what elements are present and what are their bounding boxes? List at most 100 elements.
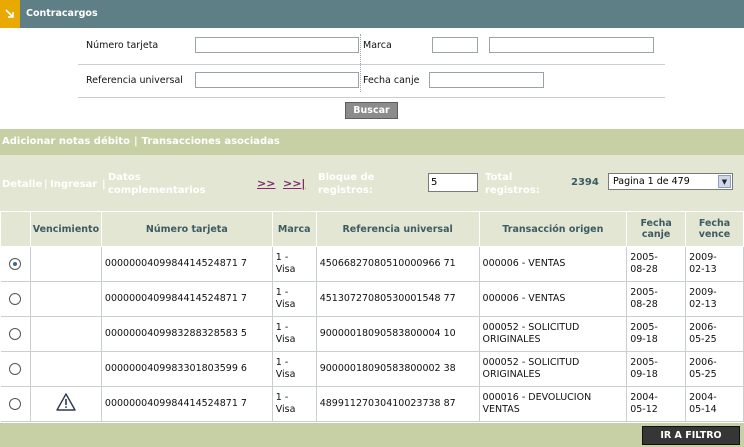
- transaccion-line-2: ORIGINALES: [482, 334, 541, 345]
- fecha-canje-line-1: 2005-: [630, 322, 658, 333]
- transaccion-line-1: 000052 - SOLICITUD: [482, 322, 580, 333]
- canje-line: canje: [641, 229, 671, 240]
- numero-tarjeta-input[interactable]: [195, 37, 359, 53]
- fecha-canje-line-1: 2004-: [630, 392, 658, 403]
- header-fecha-vence[interactable]: Fecha vence: [685, 211, 744, 247]
- header-vencimiento[interactable]: Vencimiento: [29, 211, 102, 247]
- numero-tarjeta-cell: 0000000409983288328583 5: [101, 316, 273, 352]
- fecha-vence-line-2: 02-13: [689, 264, 717, 275]
- numero-tarjeta-cell: 0000000409983301803599 6: [101, 351, 273, 387]
- transaccion-line-2: ORIGINALES: [482, 369, 541, 380]
- buscar-button[interactable]: Buscar: [345, 102, 398, 119]
- table-row[interactable]: 0000000409984414524871 71 - Visa 489911270…: [0, 386, 744, 422]
- table-row[interactable]: 0000000409983301803599 61 - Visa 900000180…: [0, 351, 744, 387]
- marca-code: 1 -: [275, 322, 289, 333]
- referencia-universal-input[interactable]: [195, 72, 359, 88]
- registros-line: registros:: [485, 185, 540, 196]
- numero-tarjeta-label: Número tarjeta: [86, 40, 159, 51]
- header-numero-tarjeta[interactable]: Número tarjeta: [100, 211, 273, 247]
- datos-complementarios-link[interactable]: Datos complementarios: [108, 171, 206, 197]
- fecha-vence-line-1: 2004-: [689, 392, 717, 403]
- fecha-vence-line-1: 2006-: [689, 357, 717, 368]
- registros-line: registros:: [318, 185, 373, 196]
- fecha-vence-cell: 2004- 05-14: [685, 386, 744, 422]
- ingresar-link[interactable]: Ingresar: [50, 178, 97, 191]
- row-radio[interactable]: [9, 257, 22, 270]
- marca-cell: 1 - Visa: [272, 316, 317, 352]
- separator: |: [102, 179, 106, 190]
- fecha-canje-line-2: 08-28: [630, 264, 658, 275]
- total-line: Total: [485, 172, 513, 183]
- last-page-link[interactable]: >>|: [283, 177, 305, 190]
- marca-code: 1 -: [275, 287, 289, 298]
- header-marca[interactable]: Marca: [271, 211, 317, 247]
- select-cell: [0, 281, 31, 317]
- select-cell: [0, 246, 31, 282]
- fecha-canje-cell: 2005- 09-18: [626, 351, 687, 387]
- page-title: Contracargos: [26, 8, 98, 19]
- row-radio[interactable]: [9, 362, 22, 375]
- header-fecha-canje[interactable]: Fecha canje: [626, 211, 687, 247]
- bloque-registros-input[interactable]: 5: [428, 173, 478, 192]
- vence-line: vence: [698, 229, 731, 240]
- marca-name: Visa: [275, 404, 296, 415]
- separator: |: [133, 136, 138, 147]
- ir-a-filtro-button[interactable]: IR A FILTRO: [642, 426, 740, 445]
- page-select-value: Pagina 1 de 479: [613, 176, 690, 187]
- fecha-canje-input[interactable]: [429, 72, 544, 88]
- marca-label: Marca: [363, 40, 392, 51]
- fecha-canje-label: Fecha canje: [363, 75, 420, 86]
- fecha-line: Fecha: [698, 218, 731, 229]
- fecha-canje-line-2: 09-18: [630, 334, 658, 345]
- fecha-canje-line-1: 2005-: [630, 287, 658, 298]
- fecha-canje-line-2: 05-12: [630, 404, 658, 415]
- marca-name: Visa: [275, 369, 296, 380]
- numero-tarjeta-cell: 0000000409984414524871 7: [101, 386, 273, 422]
- transacciones-asociadas-link[interactable]: Transacciones asociadas: [142, 136, 280, 147]
- marca-cell: 1 - Visa: [272, 281, 317, 317]
- vencimiento-cell: [30, 246, 102, 282]
- marca-name-input[interactable]: [489, 37, 654, 53]
- fecha-line: Fecha: [640, 218, 672, 229]
- vencimiento-cell: [30, 281, 102, 317]
- table-row[interactable]: 0000000409984414524871 71 - Visa 451307270…: [0, 281, 744, 317]
- collapse-arrow-icon[interactable]: [0, 0, 20, 28]
- header-referencia-universal[interactable]: Referencia universal: [315, 211, 480, 247]
- marca-name: Visa: [275, 299, 296, 310]
- page-select[interactable]: Pagina 1 de 479 ▼: [608, 173, 733, 190]
- row-radio[interactable]: [9, 327, 22, 340]
- numero-tarjeta-cell: 0000000409984414524871 7: [101, 246, 273, 282]
- bloque-line: Bloque de: [318, 172, 375, 183]
- marca-cell: 1 - Visa: [272, 351, 317, 387]
- fecha-vence-line-1: 2006-: [689, 322, 717, 333]
- row-radio[interactable]: [9, 397, 22, 410]
- toolbar: Detalle | Ingresar | Datos complementari…: [0, 155, 744, 211]
- table-row[interactable]: 0000000409984414524871 71 - Visa 450668270…: [0, 246, 744, 282]
- contracargos-table: Vencimiento Número tarjeta Marca Referen…: [0, 211, 744, 422]
- fecha-vence-line-2: 05-25: [689, 369, 717, 380]
- marca-code-input[interactable]: [432, 37, 478, 53]
- select-cell: [0, 351, 31, 387]
- detalle-link[interactable]: Detalle: [2, 178, 42, 191]
- fecha-vence-line-2: 02-13: [689, 299, 717, 310]
- table-row[interactable]: 0000000409983288328583 51 - Visa 900000180…: [0, 316, 744, 352]
- warning-icon: [56, 393, 76, 411]
- divider: [360, 34, 361, 92]
- transaccion-line-2: VENTAS: [482, 404, 520, 415]
- marca-name: Visa: [275, 334, 296, 345]
- fecha-vence-line-1: 2009-: [689, 252, 717, 263]
- fecha-vence-cell: 2006- 05-25: [685, 351, 744, 387]
- title-bar: Contracargos: [0, 0, 744, 28]
- marca-code: 1 -: [275, 392, 289, 403]
- marca-cell: 1 - Visa: [272, 246, 317, 282]
- fecha-canje-line-2: 08-28: [630, 299, 658, 310]
- chevron-down-icon[interactable]: ▼: [718, 175, 731, 188]
- numero-tarjeta-cell: 0000000409984414524871 7: [101, 281, 273, 317]
- header-select: [0, 211, 31, 247]
- row-radio[interactable]: [9, 292, 22, 305]
- fecha-canje-line-2: 09-18: [630, 369, 658, 380]
- header-transaccion-origen[interactable]: Transacción origen: [478, 211, 628, 247]
- referencia-universal-cell: 90000018090583800002 38: [316, 351, 480, 387]
- next-page-link[interactable]: >>: [257, 177, 275, 190]
- adicionar-notas-debito-link[interactable]: Adicionar notas débito: [2, 136, 130, 147]
